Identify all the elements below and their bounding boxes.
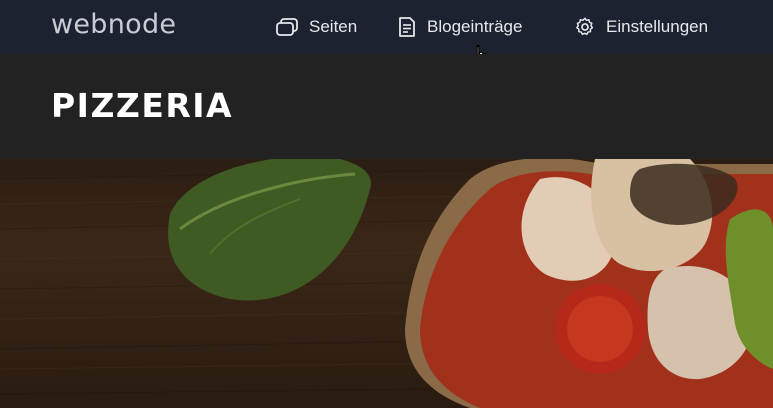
nav-label-seiten: Seiten (309, 17, 358, 36)
nav-item-seiten[interactable]: Seiten (275, 17, 357, 37)
nav-item-einstellungen[interactable]: Einstellungen (574, 16, 708, 38)
site-title[interactable]: PIZZERIA (51, 86, 233, 125)
pizza-on-wooden-board-image (0, 159, 773, 408)
editor-topbar: webnode Seiten Blogeinträge Einstellunge… (0, 0, 773, 54)
nav-seiten[interactable]: Seiten (275, 0, 357, 54)
pages-icon (276, 18, 298, 36)
blog-entries-icon (399, 17, 415, 37)
nav-label-blogeintraege: Blogeinträge (427, 17, 523, 36)
nav-label-einstellungen: Einstellungen (606, 17, 709, 36)
gear-icon (576, 17, 594, 36)
nav-settings[interactable]: Einstellungen (574, 0, 708, 54)
hero-image[interactable] (0, 159, 773, 408)
nav-blog[interactable]: Blogeinträge (397, 0, 522, 54)
webnode-logo[interactable]: webnode (51, 9, 176, 40)
nav-item-blogeintraege[interactable]: Blogeinträge (397, 16, 522, 38)
